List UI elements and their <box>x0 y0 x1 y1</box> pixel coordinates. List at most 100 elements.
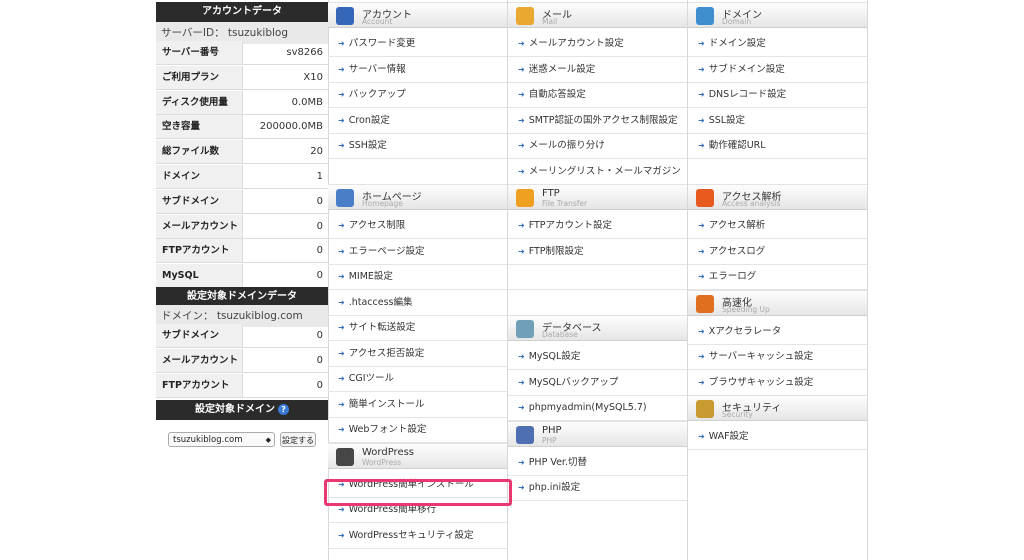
domain-select[interactable]: tsuzukiblog.com ◆ <box>168 432 275 447</box>
arrow-icon: ➜ <box>518 457 525 467</box>
menu-item-label: 簡単インストール <box>348 398 425 410</box>
menu-item[interactable]: ➜ パスワード変更 <box>328 31 507 57</box>
security-icon <box>696 400 714 418</box>
section-title: PHP <box>542 424 562 436</box>
menu-item-label: WordPressセキュリティ設定 <box>348 529 474 541</box>
arrow-icon: ➜ <box>518 377 525 387</box>
menu-item[interactable]: ➜ サーバー情報 <box>328 57 507 83</box>
section-title: FTP <box>542 188 560 199</box>
menu-item[interactable]: ➜ ドメイン設定 <box>688 31 867 57</box>
info-row: FTPアカウント 0 <box>156 373 328 398</box>
section-header: WordPress WordPress <box>328 442 507 469</box>
info-row-label: サブドメイン <box>156 324 242 347</box>
menu-item[interactable]: ➜ PHP Ver.切替 <box>508 450 687 476</box>
info-row-label: サーバー番号 <box>156 41 242 64</box>
menu-item-label: バックアップ <box>348 89 406 100</box>
menu-item[interactable]: ➜ MySQLバックアップ <box>508 370 687 396</box>
menu-item-label: MySQLバックアップ <box>528 376 619 388</box>
arrow-icon: ➜ <box>338 272 345 281</box>
menu-item[interactable]: ➜ サブドメイン設定 <box>688 57 867 83</box>
info-row-value: 0 <box>242 348 328 372</box>
menu-item[interactable]: ➜ 迷惑メール設定 <box>508 57 687 83</box>
info-row-label: MySQL <box>156 264 242 288</box>
arrow-icon: ➜ <box>338 399 345 409</box>
menu-item[interactable]: ➜ SMTP認証の国外アクセス制限設定 <box>508 108 687 134</box>
section-subtitle: Homepage <box>362 199 403 208</box>
arrow-icon: ➜ <box>338 246 345 256</box>
domain-data-header: 設定対象ドメインデータ <box>156 287 328 307</box>
menu-column-1: アカウント Account ➜ パスワード変更 ➜ サーバー情報 ➜ バックアップ ➜ Cron設… <box>328 0 508 560</box>
section-header: 高速化 Speeding Up <box>688 289 867 316</box>
menu-item[interactable]: ➜ メールアカウント設定 <box>508 31 687 57</box>
menu-item[interactable]: ➜ 自動応答設定 <box>508 82 687 108</box>
info-row-value: 0 <box>242 324 328 347</box>
menu-item[interactable]: ➜ アクセス制限 <box>328 213 507 239</box>
menu-item-label: メールの振り分け <box>528 140 605 151</box>
arrow-icon: ➜ <box>338 90 345 99</box>
menu-item[interactable]: ➜ Xアクセラレータ <box>688 319 867 345</box>
arrow-icon: ➜ <box>698 90 705 99</box>
section-subtitle: Access analysis <box>722 199 781 208</box>
highlight-box <box>324 479 512 506</box>
menu-item[interactable]: ➜ CGIツール <box>328 366 507 392</box>
menu-item[interactable]: ➜ 動作確認URL <box>688 133 867 159</box>
menu-item[interactable]: ➜ メーリングリスト・メールマガジン <box>508 159 687 185</box>
menu-item[interactable]: ➜ SSL設定 <box>688 108 867 134</box>
info-row-label: FTPアカウント <box>156 239 242 263</box>
menu-item[interactable]: ➜ サイト転送設定 <box>328 315 507 341</box>
section-title: WordPress <box>362 446 415 458</box>
database-icon <box>516 320 534 338</box>
menu-item[interactable]: ➜ WordPressセキュリティ設定 <box>328 523 507 549</box>
arrow-icon: ➜ <box>698 352 705 361</box>
menu-item[interactable]: ➜ WAF設定 <box>688 424 867 450</box>
set-domain-button[interactable]: 設定する <box>280 432 316 447</box>
menu-item[interactable]: ➜ php.ini設定 <box>508 475 687 501</box>
menu-item-label: サーバーキャッシュ設定 <box>708 351 814 362</box>
arrow-icon: ➜ <box>338 425 345 434</box>
menu-item[interactable]: ➜ MIME設定 <box>328 264 507 290</box>
menu-item[interactable]: ➜ バックアップ <box>328 82 507 108</box>
section-subtitle: File Transfer <box>542 199 588 208</box>
menu-item[interactable]: ➜ エラーページ設定 <box>328 239 507 265</box>
menu-item-label: ドメイン設定 <box>708 38 766 49</box>
menu-item[interactable]: ➜ エラーログ <box>688 264 867 290</box>
section-subtitle: Security <box>722 410 753 419</box>
menu-item[interactable]: ➜ MySQL設定 <box>508 344 687 370</box>
menu-item-label: アクセス制限 <box>348 220 406 231</box>
help-icon[interactable]: ? <box>278 403 289 415</box>
menu-item[interactable]: ➜ ブラウザキャッシュ設定 <box>688 370 867 396</box>
menu-item[interactable]: ➜ Webフォント設定 <box>328 417 507 443</box>
menu-item-label: Xアクセラレータ <box>708 325 782 337</box>
menu-item[interactable]: ➜ FTPアカウント設定 <box>508 213 687 239</box>
menu-item[interactable]: ➜ アクセスログ <box>688 239 867 265</box>
arrow-icon: ➜ <box>338 39 345 48</box>
arrow-icon: ➜ <box>338 374 345 383</box>
menu-item[interactable]: ➜ アクセス解析 <box>688 213 867 239</box>
arrow-icon: ➜ <box>518 64 525 74</box>
menu-item-label: SSH設定 <box>348 140 387 151</box>
menu-item-label: php.ini設定 <box>528 482 581 493</box>
arrow-icon: ➜ <box>518 115 525 125</box>
info-row-value: 0 <box>242 189 328 213</box>
arrow-icon: ➜ <box>698 326 705 336</box>
menu-item[interactable]: ➜ Cron設定 <box>328 108 507 134</box>
info-row-value: X10 <box>242 65 328 89</box>
menu-item-label: SMTP認証の国外アクセス制限設定 <box>528 114 678 126</box>
menu-item[interactable]: ➜ メールの振り分け <box>508 133 687 159</box>
info-row-value: 200000.0MB <box>242 115 328 139</box>
menu-item[interactable]: ➜ FTP制限設定 <box>508 239 687 265</box>
menu-item[interactable]: ➜ .htaccess編集 <box>328 290 507 316</box>
menu-item[interactable]: ➜ phpmyadmin(MySQL5.7) <box>508 395 687 421</box>
menu-item[interactable]: ➜ SSH設定 <box>328 133 507 159</box>
menu-item[interactable]: ➜ サーバーキャッシュ設定 <box>688 344 867 370</box>
section-header: PHP PHP <box>508 420 687 447</box>
info-row-label: ディスク使用量 <box>156 90 242 114</box>
menu-item-label: メーリングリスト・メールマガジン <box>528 165 681 177</box>
menu-item[interactable]: ➜ 簡単インストール <box>328 392 507 418</box>
menu-item[interactable]: ➜ DNSレコード設定 <box>688 82 867 108</box>
arrow-icon: ➜ <box>698 64 705 74</box>
menu-item-label: サーバー情報 <box>348 63 406 75</box>
homepage-icon <box>336 189 354 207</box>
menu-item[interactable]: ➜ アクセス拒否設定 <box>328 341 507 367</box>
info-row-label: サブドメイン <box>156 189 242 213</box>
